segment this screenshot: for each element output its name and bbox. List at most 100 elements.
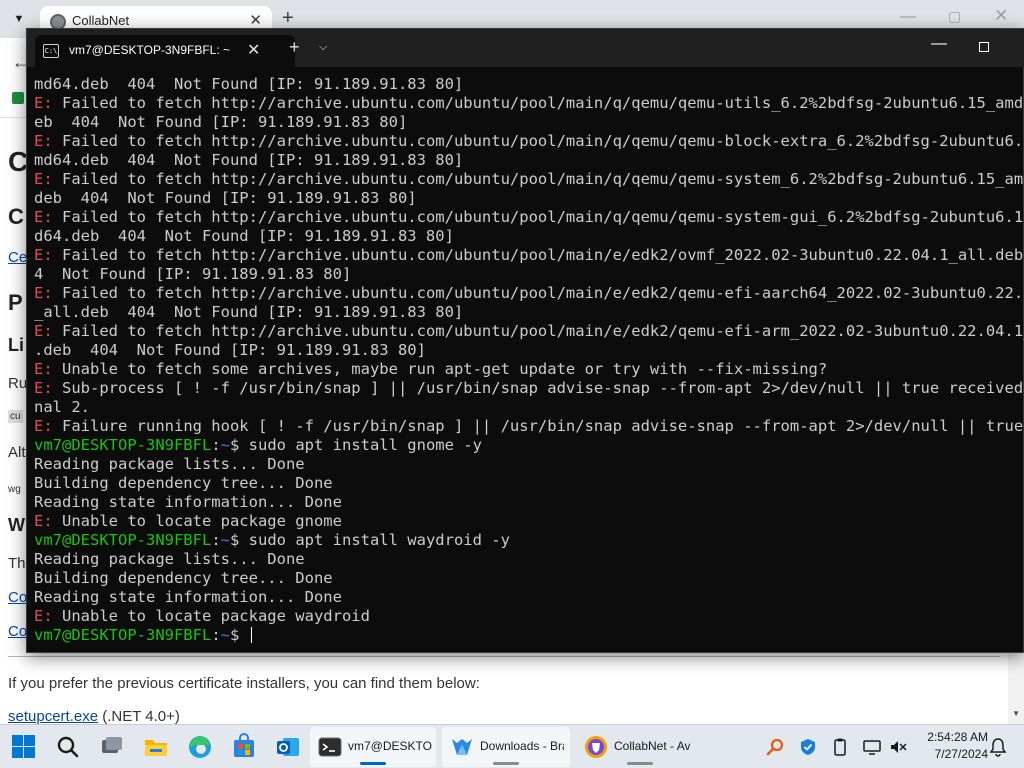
taskbar-app-downloads[interactable]: Downloads - Brave	[442, 727, 570, 767]
taskbar: vm7@DESKTOP-3N9FBFL: ~ Downloads - Brave…	[0, 724, 1024, 768]
terminal-line: Reading package lists... Done	[34, 550, 305, 568]
prompt-path: ~	[220, 531, 230, 549]
terminal-line: md64.deb 404 Not Found [IP: 91.189.91.83…	[34, 75, 464, 93]
brave-browser-icon	[584, 735, 608, 759]
terminal-line: eb 404 Not Found [IP: 91.189.91.83 80]	[34, 113, 408, 131]
terminal-tab-title: vm7@DESKTOP-3N9FBFL: ~	[69, 43, 231, 57]
terminal-line: E: Unable to locate package gnome	[34, 512, 342, 530]
file-explorer-icon[interactable]	[142, 733, 170, 761]
terminal-minimize-button[interactable]: —	[931, 35, 947, 53]
clock-date: 7/27/2024	[934, 747, 988, 761]
prompt-user: vm7@DESKTOP-3N9FBFL	[34, 436, 212, 454]
certificate-link[interactable]: Ce	[8, 249, 27, 266]
installer-link-1[interactable]: Co	[8, 589, 27, 606]
browser-minimize-button[interactable]: —	[900, 8, 916, 26]
notification-bell-icon[interactable]	[988, 737, 1008, 757]
terminal-line: vm7@DESKTOP-3N9FBFL:~$ sudo apt install …	[34, 436, 482, 454]
security-shield-icon[interactable]	[798, 737, 818, 757]
scroll-down-arrow-icon[interactable]: ▼	[1012, 709, 1020, 718]
error-prefix: E:	[34, 246, 53, 264]
setupcert-suffix: (.NET 4.0+)	[98, 708, 180, 725]
volume-muted-icon[interactable]	[888, 737, 908, 757]
terminal-line: E: Failed to fetch http://archive.ubuntu…	[34, 132, 1024, 150]
terminal-line: E: Failed to fetch http://archive.ubuntu…	[34, 322, 1024, 340]
error-prefix: E:	[34, 208, 53, 226]
terminal-line: Reading state information... Done	[34, 493, 342, 511]
terminal-line: 4 Not Found [IP: 91.189.91.83 80]	[34, 265, 352, 283]
error-prefix: E:	[34, 322, 53, 340]
terminal-dropdown-chevron-icon[interactable]: ⌵	[319, 41, 327, 54]
search-tray-icon[interactable]	[766, 737, 786, 757]
edge-browser-icon[interactable]	[186, 733, 214, 761]
running-indicator	[493, 762, 519, 765]
terminal-line: Building dependency tree... Done	[34, 569, 333, 587]
downloads-app-icon	[450, 735, 474, 759]
terminal-line: E: Failed to fetch http://archive.ubuntu…	[34, 94, 1024, 112]
error-prefix: E:	[34, 132, 53, 150]
system-clock[interactable]: 2:54:28 AM 7/27/2024	[912, 729, 988, 763]
terminal-line: E: Failed to fetch http://archive.ubuntu…	[34, 208, 1024, 226]
taskbar-app-collabnet[interactable]: CollabNet - Av	[576, 727, 704, 767]
browser-new-tab-button[interactable]: +	[282, 8, 294, 28]
text-cursor	[250, 627, 252, 643]
terminal-line: _all.deb 404 Not Found [IP: 91.189.91.83…	[34, 303, 464, 321]
outlook-icon[interactable]	[274, 733, 302, 761]
terminal-line: d64.deb 404 Not Found [IP: 91.189.91.83 …	[34, 227, 454, 245]
prompt-user: vm7@DESKTOP-3N9FBFL	[34, 626, 212, 644]
prompt-path: ~	[220, 436, 230, 454]
installer-link-2[interactable]: Co	[8, 623, 27, 640]
terminal-line: .deb 404 Not Found [IP: 91.189.91.83 80]	[34, 341, 426, 359]
alt-text: Alt	[8, 444, 26, 461]
desktop: ▼ CollabNet ✕ + — ▢ ✕ ← C C Ce P Li Ru c…	[0, 0, 1024, 768]
clock-time: 2:54:28 AM	[927, 730, 988, 744]
terminal-line: E: Failure running hook [ ! -f /usr/bin/…	[34, 417, 1024, 435]
terminal-maximize-button[interactable]	[979, 42, 989, 52]
taskbar-app-label: CollabNet - Av	[614, 739, 691, 753]
this-text: Th	[8, 555, 26, 572]
error-prefix: E:	[34, 512, 53, 530]
browser-close-button[interactable]: ✕	[994, 6, 1008, 26]
subsection-heading-linux: Li	[8, 335, 24, 355]
terminal-line: E: Failed to fetch http://archive.ubuntu…	[34, 170, 1024, 188]
browser-maximize-button[interactable]: ▢	[948, 8, 961, 25]
terminal-new-tab-button[interactable]: +	[289, 38, 300, 56]
error-prefix: E:	[34, 284, 53, 302]
error-prefix: E:	[34, 379, 53, 397]
terminal-tab[interactable]: C:\ vm7@DESKTOP-3N9FBFL: ~ ✕	[35, 35, 295, 67]
task-view-icon[interactable]	[98, 733, 126, 761]
bookmark-favicon-icon[interactable]	[12, 92, 24, 104]
setupcert-line: setupcert.exe (.NET 4.0+)	[8, 708, 180, 725]
command-prompt-icon: C:\	[43, 44, 59, 58]
terminal-tab-close-icon[interactable]: ✕	[247, 40, 260, 60]
taskbar-app-terminal[interactable]: vm7@DESKTOP-3N9FBFL: ~	[310, 727, 436, 767]
terminal-line: deb 404 Not Found [IP: 91.189.91.83 80]	[34, 189, 417, 207]
network-icon[interactable]	[862, 737, 882, 757]
terminal-line: Building dependency tree... Done	[34, 474, 333, 492]
terminal-prompt-line[interactable]: vm7@DESKTOP-3N9FBFL:~$	[34, 626, 1024, 645]
subsection-heading-windows: W	[8, 515, 25, 535]
browser-tab-close-icon[interactable]: ✕	[249, 11, 262, 29]
clipboard-icon[interactable]	[830, 737, 850, 757]
setupcert-link[interactable]: setupcert.exe	[8, 708, 98, 725]
terminal-line: E: Sub-process [ ! -f /usr/bin/snap ] ||…	[34, 379, 1024, 397]
error-prefix: E:	[34, 170, 53, 188]
terminal-output[interactable]: md64.deb 404 Not Found [IP: 91.189.91.83…	[34, 75, 1024, 650]
windows-start-icon[interactable]	[10, 733, 38, 761]
tab-search-chevron-icon[interactable]: ▼	[8, 9, 30, 29]
divider	[8, 656, 1000, 657]
terminal-line: E: Unable to locate package waydroid	[34, 607, 370, 625]
prompt-path: ~	[220, 626, 230, 644]
prompt-user: vm7@DESKTOP-3N9FBFL	[34, 531, 212, 549]
terminal-titlebar: C:\ vm7@DESKTOP-3N9FBFL: ~ ✕ + ⌵ —	[27, 29, 1024, 67]
browser-tab-title: CollabNet	[72, 13, 130, 28]
run-text: Ru	[8, 375, 28, 392]
terminal-line: nal 2.	[34, 398, 90, 416]
terminal-line: vm7@DESKTOP-3N9FBFL:~$ sudo apt install …	[34, 531, 510, 549]
terminal-line: Reading package lists... Done	[34, 455, 305, 473]
taskbar-app-label: Downloads - Brave	[480, 739, 564, 753]
section-heading-p: P	[8, 290, 23, 315]
error-prefix: E:	[34, 607, 53, 625]
taskbar-app-label: vm7@DESKTOP-3N9FBFL: ~	[348, 739, 432, 753]
search-icon[interactable]	[54, 733, 82, 761]
microsoft-store-icon[interactable]	[230, 733, 258, 761]
